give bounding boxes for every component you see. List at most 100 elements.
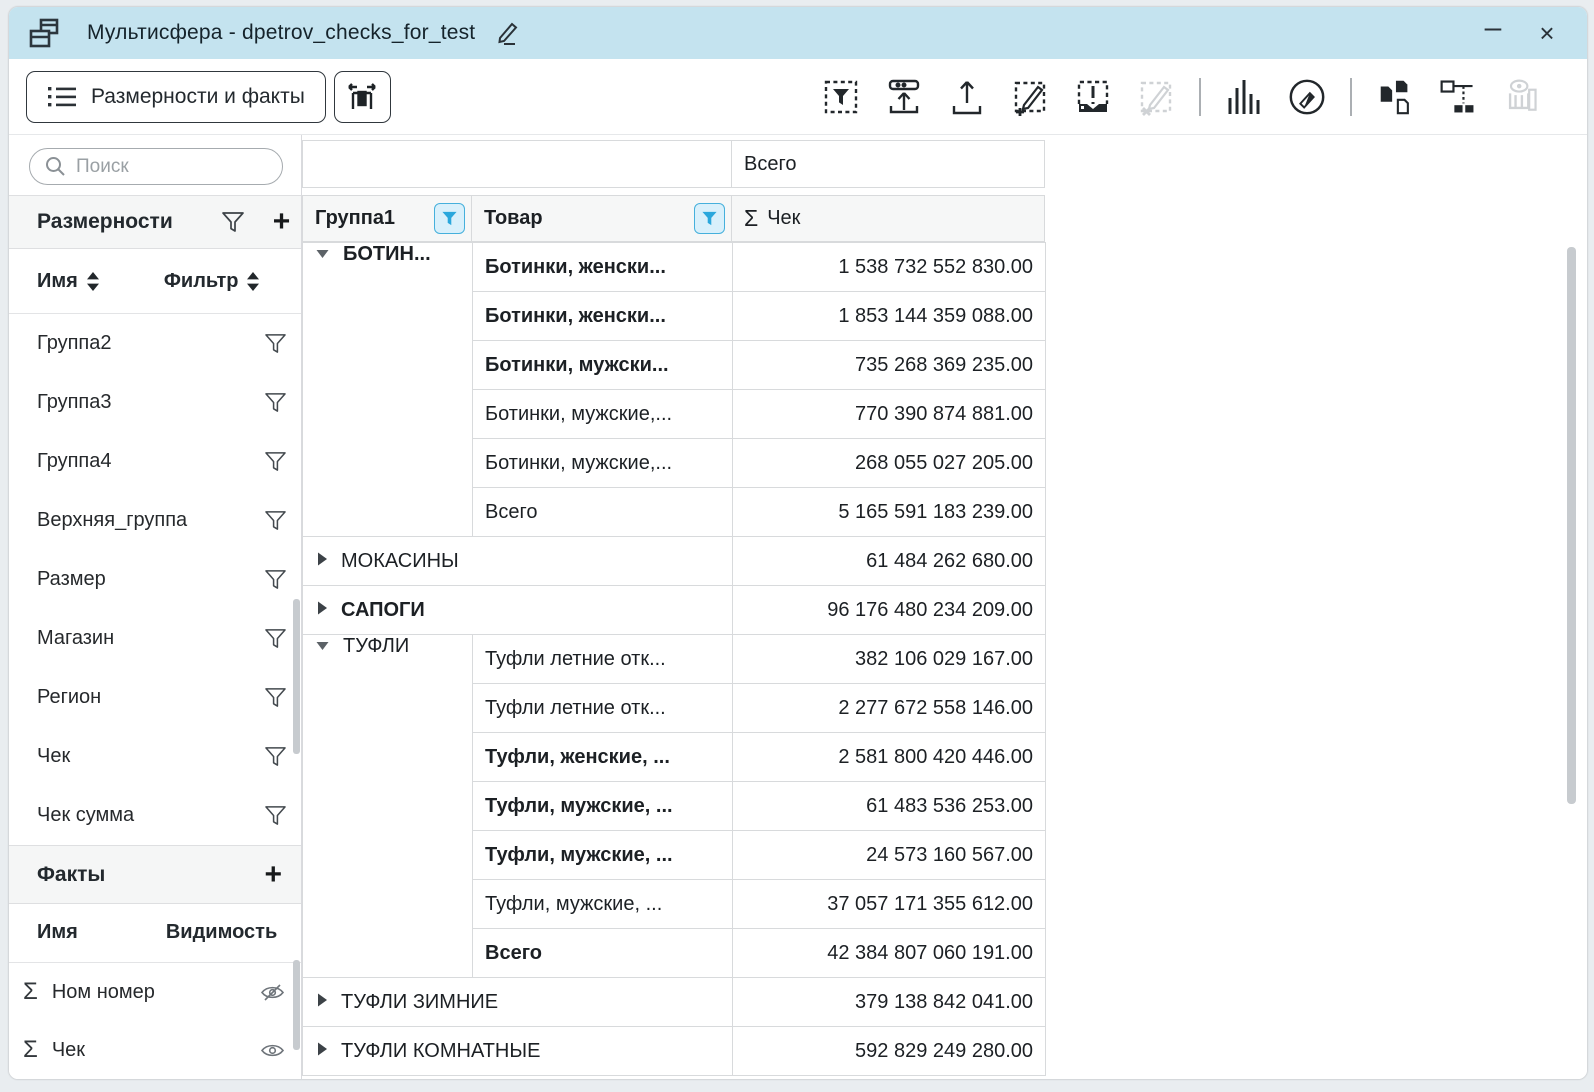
dimensions-facts-button[interactable]: Размерности и факты [26,71,326,123]
value-cell[interactable]: 735 268 369 235.00 [733,341,1046,390]
dimension-row[interactable]: Группа3 [9,373,301,432]
group-cell[interactable]: ТУФЛИ ЗИМНИЕ [303,978,733,1027]
product-cell[interactable]: Туфли летние отк... [473,635,733,684]
value-cell[interactable]: 42 384 807 060 191.00 [733,929,1046,978]
fact-name-column-header: Имя [37,921,78,944]
value-cell[interactable]: 1 538 732 552 830.00 [733,243,1046,292]
dimension-filter-icon[interactable] [264,687,287,708]
name-column-header[interactable]: Имя [37,270,100,293]
product-cell[interactable]: Ботинки, женски... [473,292,733,341]
value-cell[interactable]: 268 055 027 205.00 [733,439,1046,488]
add-calculated-icon[interactable] [1010,75,1050,119]
dimension-filter-icon[interactable] [264,569,287,590]
value-cell[interactable]: 1 853 144 359 088.00 [733,292,1046,341]
value-cell[interactable]: 37 057 171 355 612.00 [733,880,1046,929]
visibility-off-button[interactable] [260,983,285,1002]
product-column-header[interactable]: Товар [472,195,732,242]
dimension-row[interactable]: Магазин [9,609,301,668]
sigma-icon: Σ [744,205,758,232]
add-fact-button[interactable]: + [260,860,286,890]
dimension-filter-icon[interactable] [264,392,287,413]
group-cell[interactable]: МОКАСИНЫ [303,537,733,586]
product-filter-button[interactable] [694,203,725,234]
expand-triangle-icon [315,551,328,567]
group-label: ТУФЛИ КОМНАТНЫЕ [341,1040,540,1062]
filter-icon [264,333,287,354]
product-cell[interactable]: Ботинки, женски... [473,243,733,292]
group-cell[interactable]: БОТИН... [303,243,473,537]
value-column-header[interactable]: Σ Чек [732,195,1045,242]
value-cell[interactable]: 96 176 480 234 209.00 [733,586,1046,635]
fact-row[interactable]: ΣНом номер [9,963,301,1021]
facts-scrollbar-thumb[interactable] [293,960,300,1050]
product-cell[interactable]: Туфли, женские, ... [473,733,733,782]
dimension-filter-icon[interactable] [264,746,287,767]
product-cell[interactable]: Всего [473,929,733,978]
dimension-filter-icon[interactable] [264,805,287,826]
filter-column-header[interactable]: Фильтр [164,270,261,293]
fit-columns-button[interactable] [334,71,391,123]
visibility-on-button[interactable] [260,1042,285,1059]
add-dimension-button[interactable]: + [269,207,295,237]
product-cell[interactable]: Ботинки, мужски... [473,341,733,390]
product-cell[interactable]: Туфли, мужские, ... [473,782,733,831]
value-cell[interactable]: 5 165 591 183 239.00 [733,488,1046,537]
dimension-filter-icon[interactable] [264,333,287,354]
window-title: Мультисфера - dpetrov_checks_for_test [87,21,475,45]
minimize-button[interactable]: – [1473,8,1513,58]
product-cell[interactable]: Туфли, мужские, ... [473,831,733,880]
structure-icon[interactable] [1438,75,1478,119]
product-cell[interactable]: Туфли, мужские, ... [473,880,733,929]
dimension-row[interactable]: Верхняя_группа [9,491,301,550]
dimension-filter-icon[interactable] [264,628,287,649]
value-cell[interactable]: 382 106 029 167.00 [733,635,1046,684]
total-column-header: Всего [732,140,1045,188]
value-cell[interactable]: 379 138 842 041.00 [733,978,1046,1027]
close-button[interactable]: × [1527,13,1567,53]
dimension-filter-icon[interactable] [264,510,287,531]
value-cell[interactable]: 61 483 536 253.00 [733,782,1046,831]
dimension-row[interactable]: Размер [9,550,301,609]
bar-chart-icon[interactable] [1224,75,1264,119]
product-cell[interactable]: Ботинки, мужские,... [473,390,733,439]
value-cell[interactable]: 2 581 800 420 446.00 [733,733,1046,782]
dimension-filter-icon[interactable] [264,451,287,472]
dimension-row[interactable]: Группа4 [9,432,301,491]
dimension-row[interactable]: Чек [9,727,301,786]
facts-title: Факты [37,863,105,887]
group-cell[interactable]: ТУФЛИ [303,635,473,978]
dimension-row[interactable]: Чек сумма [9,786,301,845]
group-filter-button[interactable] [434,203,465,234]
value-cell[interactable]: 770 390 874 881.00 [733,390,1046,439]
product-cell[interactable]: Всего [473,488,733,537]
compass-icon[interactable] [1287,75,1327,119]
group-column-header[interactable]: Группа1 [302,195,472,242]
product-cell[interactable]: Ботинки, мужские,... [473,439,733,488]
remove-calculated-icon [1136,75,1176,119]
force-update-icon[interactable] [1073,75,1113,119]
search-input[interactable] [29,148,283,185]
table-scrollbar-thumb[interactable] [1567,247,1576,804]
dimension-row[interactable]: Группа2 [9,314,301,373]
group-cell[interactable]: ТУФЛИ КОМНАТНЫЕ [303,1027,733,1076]
columns-fit-icon [345,80,379,114]
export-icon[interactable] [947,75,987,119]
dimension-row[interactable]: Регион [9,668,301,727]
dimensions-filter-icon[interactable] [221,211,245,233]
copy-multisphere-icon[interactable] [1375,75,1415,119]
toolbar: Размерности и факты [9,59,1587,135]
pivot-body: БОТИН...Ботинки, женски...1 538 732 552 … [303,243,1046,1076]
dimensions-scrollbar-thumb[interactable] [293,599,300,754]
sort-icon [86,271,100,292]
value-cell[interactable]: 61 484 262 680.00 [733,537,1046,586]
group-cell[interactable]: САПОГИ [303,586,733,635]
value-cell[interactable]: 24 573 160 567.00 [733,831,1046,880]
value-cell[interactable]: 2 277 672 558 146.00 [733,684,1046,733]
hidden-eye-icon [260,983,285,1002]
import-icon[interactable] [884,75,924,119]
product-cell[interactable]: Туфли летние отк... [473,684,733,733]
filter-table-icon[interactable] [821,75,861,119]
value-cell[interactable]: 592 829 249 280.00 [733,1027,1046,1076]
fact-row[interactable]: ΣЧек [9,1021,301,1079]
rename-icon[interactable] [491,18,521,48]
